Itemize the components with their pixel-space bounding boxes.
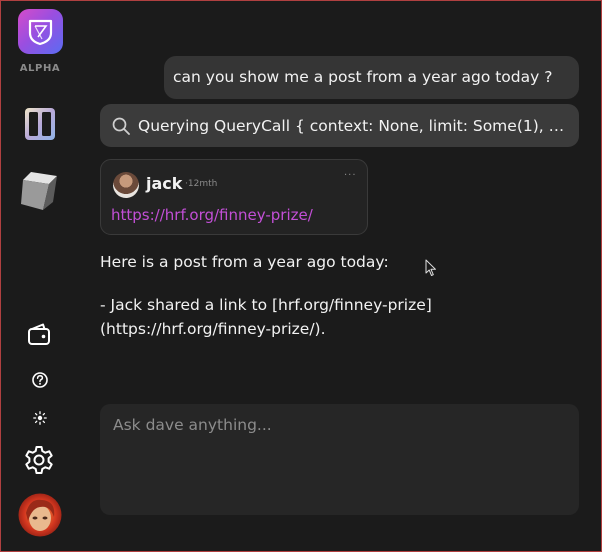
- logo-icon: [28, 19, 53, 46]
- sidebar: ALPHA: [0, 0, 80, 552]
- app-badge: ALPHA: [19, 63, 61, 74]
- post-author-avatar[interactable]: [113, 172, 139, 198]
- mouse-cursor-icon: [425, 259, 436, 276]
- post-menu-icon[interactable]: ···: [344, 170, 357, 181]
- tool-call-text: Querying QueryCall { context: None, limi…: [138, 116, 572, 135]
- user-avatar[interactable]: [18, 493, 62, 537]
- tool-call-status[interactable]: Querying QueryCall { context: None, limi…: [100, 104, 579, 147]
- user-message-bubble: can you show me a post from a year ago t…: [164, 56, 579, 99]
- post-timestamp: ·12mth: [185, 179, 218, 189]
- chat-input[interactable]: [100, 404, 579, 515]
- help-icon[interactable]: [31, 371, 49, 389]
- gear-icon[interactable]: [23, 444, 55, 476]
- panels-icon[interactable]: [24, 107, 56, 141]
- post-link[interactable]: https://hrf.org/finney-prize/: [111, 206, 313, 224]
- sun-icon[interactable]: [33, 411, 47, 425]
- response-line: Here is a post from a year ago today:: [100, 253, 389, 271]
- app-logo[interactable]: [18, 9, 63, 54]
- post-card[interactable]: jack ·12mth ··· https://hrf.org/finney-p…: [100, 159, 368, 235]
- assistant-response: Here is a post from a year ago today: - …: [100, 250, 570, 341]
- search-icon: [112, 117, 130, 135]
- post-author[interactable]: jack: [146, 174, 182, 193]
- cube-icon[interactable]: [19, 168, 61, 212]
- response-line: - Jack shared a link to [hrf.org/finney-…: [100, 296, 432, 338]
- chat-input-container[interactable]: [100, 404, 579, 515]
- wallet-icon[interactable]: [27, 322, 51, 346]
